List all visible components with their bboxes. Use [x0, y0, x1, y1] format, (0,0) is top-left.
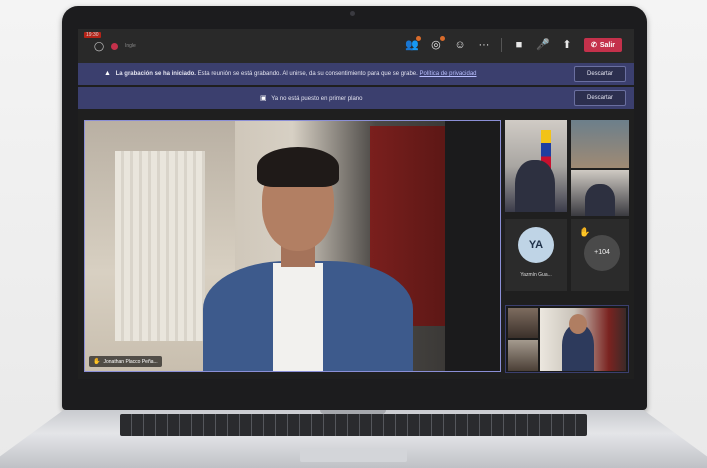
toolbar-left-group: ◯ Ingle	[94, 41, 136, 51]
gallery-preview[interactable]	[505, 305, 629, 373]
video-background-curtain	[115, 151, 205, 341]
participant-figure	[585, 184, 615, 216]
raised-hand-icon: ✋	[93, 359, 101, 365]
more-icon[interactable]: ···	[477, 38, 491, 52]
teams-meeting-screen: 19:30 ◯ Ingle 👥 ◎ ☺ ··· ■ 🎤 ⬆ ✆ Salir ▲ …	[78, 29, 634, 379]
warning-icon: ▲	[104, 70, 111, 77]
recording-text: Esta reunión se está grabando. Al unirse…	[197, 71, 418, 77]
shield-icon[interactable]: ◯	[94, 41, 104, 51]
speaker-name: Jonathan Placco Peña...	[103, 358, 158, 365]
toolbar-divider	[500, 38, 502, 52]
recording-indicator-icon	[111, 42, 118, 50]
participant-video-tile[interactable]	[505, 120, 567, 212]
overflow-count: +104	[584, 235, 620, 271]
phone-hangup-icon: ✆	[590, 42, 597, 49]
dismiss-recording-button[interactable]: Descartar	[574, 66, 626, 82]
camera-icon[interactable]: ■	[512, 38, 526, 52]
leave-button[interactable]: ✆ Salir	[583, 38, 622, 52]
gallery-thumbnail	[540, 308, 626, 371]
raised-hand-icon: ✋	[579, 227, 591, 237]
spotlight-banner: ▣ Ya no está puesto en primer plano Desc…	[78, 87, 634, 109]
participant-figure	[515, 160, 555, 212]
participant-video-tile[interactable]	[571, 170, 629, 216]
participant-video-tile[interactable]	[571, 120, 629, 168]
leave-label: Salir	[599, 41, 615, 49]
laptop-keyboard	[120, 414, 587, 436]
meeting-toolbar: 19:30 ◯ Ingle 👥 ◎ ☺ ··· ■ 🎤 ⬆ ✆ Salir	[78, 29, 634, 63]
gallery-thumbnail	[508, 308, 538, 338]
spotlight-notice: ▣ Ya no está puesto en primer plano	[260, 94, 362, 102]
mic-icon[interactable]: 🎤	[536, 38, 550, 52]
toolbar-label: Ingle	[125, 43, 136, 49]
participant-name: Yazmín Gua...	[520, 272, 552, 278]
overflow-participants-tile[interactable]: ✋ +104	[571, 219, 629, 291]
laptop-trackpad	[300, 448, 407, 462]
speaker-hair	[257, 147, 339, 187]
dismiss-spotlight-button[interactable]: Descartar	[574, 90, 626, 106]
recording-title: La grabación se ha iniciado.	[115, 71, 196, 77]
meeting-timer: 19:30	[84, 32, 101, 38]
recording-banner: ▲ La grabación se ha iniciado. Esta reun…	[78, 63, 634, 85]
notification-badge	[439, 36, 445, 41]
speaker-shirt	[273, 263, 323, 371]
share-screen-icon[interactable]: ⬆	[560, 38, 574, 52]
gallery-thumbnail	[508, 340, 538, 371]
reactions-icon[interactable]: ☺	[453, 38, 467, 52]
avatar: YA	[518, 227, 554, 263]
participant-avatar-tile[interactable]: YA Yazmín Gua...	[505, 219, 567, 291]
spotlight-text: Ya no está puesto en primer plano	[271, 96, 363, 102]
main-speaker-video[interactable]: ✋ Jonathan Placco Peña...	[84, 120, 501, 372]
participants-icon[interactable]: 👥	[405, 36, 421, 52]
video-background-shadow	[445, 121, 500, 371]
webcam-dot	[350, 11, 355, 16]
chat-icon[interactable]: ◎	[429, 36, 445, 52]
notification-badge	[415, 36, 421, 41]
speaker-name-tag: ✋ Jonathan Placco Peña...	[89, 356, 162, 367]
privacy-policy-link[interactable]: Política de privacidad	[419, 71, 476, 77]
recording-notice: ▲ La grabación se ha iniciado. Esta reun…	[104, 70, 477, 77]
spotlight-icon: ▣	[260, 95, 267, 102]
toolbar-right-group: 👥 ◎ ☺ ··· ■ 🎤 ⬆ ✆ Salir	[405, 36, 622, 52]
participant-face	[569, 314, 587, 334]
